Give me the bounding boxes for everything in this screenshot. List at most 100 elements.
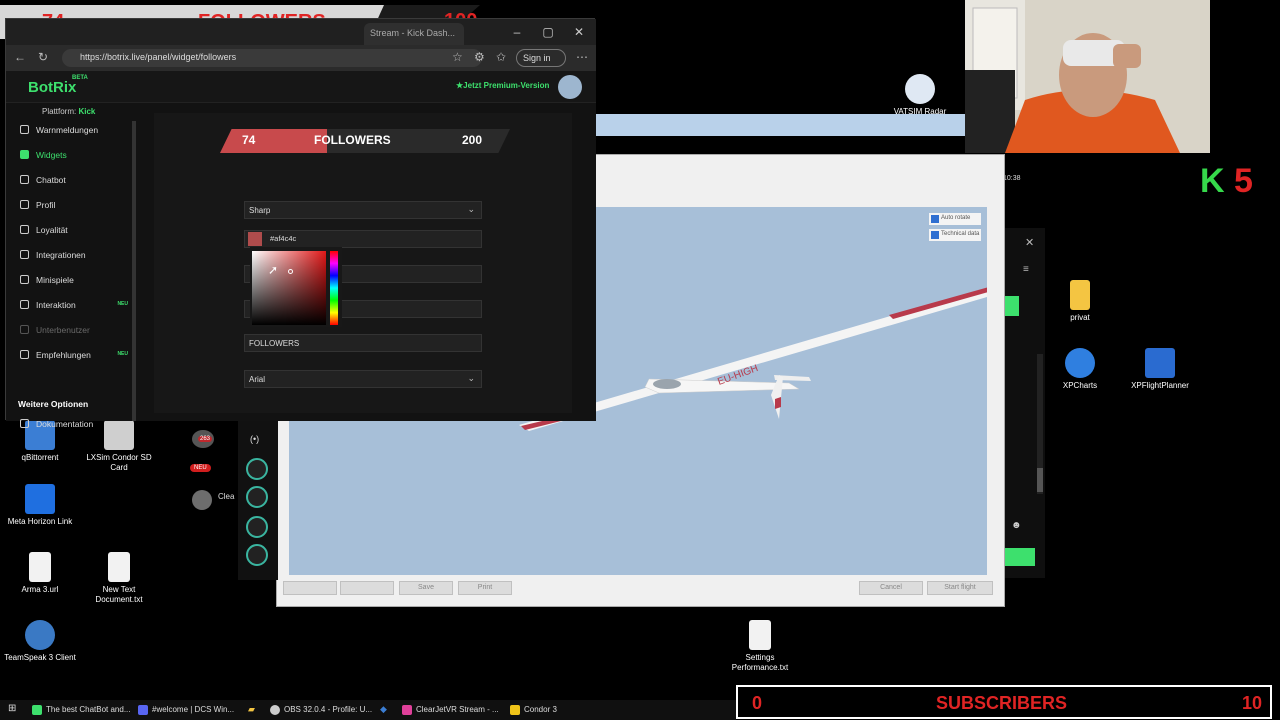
chat-user-strip: 263 NEU Clea [186, 420, 238, 520]
sidebar-item-integrationen[interactable]: Integrationen [14, 246, 132, 266]
chat-user-name: Clea [218, 492, 235, 501]
bookmark-star-icon[interactable]: ☆ [452, 50, 463, 64]
teamspeak-icon [25, 620, 55, 650]
botrix-app: BotRix BETA ★Jetzt Premium-Version Platt… [6, 71, 596, 429]
recommend-icon [20, 350, 29, 359]
sidebar-item-dokumentation[interactable]: Dokumentation [14, 417, 132, 431]
obs-icon [270, 705, 280, 715]
desktop-icon-settings[interactable]: Settings Performance.txt [720, 620, 800, 673]
app-header: BotRix BETA ★Jetzt Premium-Version [6, 71, 596, 103]
close-icon[interactable]: ✕ [1025, 236, 1034, 249]
sidebar-item-empfehlungen[interactable]: Empfehlungen NEU [14, 346, 132, 366]
kick-icon [402, 705, 412, 715]
premium-link[interactable]: ★Jetzt Premium-Version [456, 81, 549, 90]
taskbar-item-obs[interactable]: OBS 32.0.4 - Profile: U... [270, 703, 374, 717]
font-select[interactable]: Arial ⌄ [244, 370, 482, 388]
app-icon[interactable]: ◆ [380, 704, 387, 715]
widget-settings-panel: 74 FOLLOWERS 200 Sharp ⌄ #af4c4c FOLLOWER… [154, 113, 572, 413]
sidebar: Warnmeldungen Widgets Chatbot Profil Loy… [14, 121, 132, 417]
browser-window: Stream - Kick Dash... – ▢ ✕ ← ↻ https://… [5, 18, 596, 429]
chat-avatar-3[interactable] [246, 516, 268, 538]
desktop-icon-vatsim[interactable]: VATSIM Radar [880, 74, 960, 117]
desktop-icon-xpflightplanner[interactable]: XPFlightPlanner [1120, 348, 1200, 391]
scrollbar-thumb[interactable] [1037, 468, 1043, 492]
folder-icon[interactable]: ▰ [248, 704, 255, 715]
autorotate-checkbox[interactable]: Auto rotate [929, 213, 981, 225]
sidebar-item-interaktion[interactable]: Interaktion NEU [14, 296, 132, 316]
chevron-down-icon: ⌄ [467, 373, 475, 383]
chat-avatar-1[interactable] [246, 458, 268, 480]
start-icon[interactable]: ⊞ [8, 703, 16, 714]
sidebar-item-unterbenutzer[interactable]: Unterbenutzer [14, 321, 132, 341]
chat-avatar-4[interactable] [246, 544, 268, 566]
sidebar-item-minispiele[interactable]: Minispiele [14, 271, 132, 291]
text-field[interactable]: FOLLOWERS [244, 334, 482, 352]
botrix-logo[interactable]: BotRix [28, 79, 76, 96]
plug-icon [20, 250, 29, 259]
menu-icon[interactable]: ≡ [1023, 264, 1029, 275]
subscribers-count: 0 [752, 693, 763, 713]
sidebar-item-widgets[interactable]: Widgets [14, 146, 132, 166]
subscribers-label: SUBSCRIBERS [936, 693, 1068, 713]
sidebar-item-chatbot[interactable]: Chatbot [14, 171, 132, 191]
sidebar-item-loyalitaet[interactable]: Loyalität [14, 221, 132, 241]
taskbar-item-discord[interactable]: #welcome | DCS Win... [138, 703, 238, 717]
sidebar-item-warnmeldungen[interactable]: Warnmeldungen [14, 121, 132, 141]
desktop-icon-privat[interactable]: privat [1040, 280, 1120, 323]
broadcast-icon[interactable]: (•) [250, 434, 259, 444]
minimize-icon[interactable]: – [506, 23, 528, 41]
bell-icon [20, 125, 29, 134]
save-button[interactable]: Save [399, 581, 453, 595]
browser-tab[interactable]: Stream - Kick Dash... [364, 23, 464, 45]
chat-panel: (•) [238, 420, 278, 580]
taskbar-item-botrix[interactable]: The best ChatBot and... [32, 703, 132, 717]
sidebar-scrollbar[interactable] [132, 121, 136, 421]
k5-logo: K 5 [1200, 162, 1253, 200]
taskbar-item-clearjetvr[interactable]: ClearJetVR Stream - ... [402, 703, 502, 717]
close-icon[interactable]: ✕ [568, 23, 590, 41]
chat-avatar-2[interactable] [246, 486, 268, 508]
start-flight-button[interactable]: Start flight [927, 581, 993, 595]
desktop-icon-teamspeak[interactable]: TeamSpeak 3 Client [0, 620, 80, 663]
address-bar: ← ↻ https://botrix.live/panel/widget/fol… [6, 45, 596, 71]
badge-count: 263 [198, 436, 213, 442]
document-icon [20, 419, 29, 428]
more-menu-icon[interactable]: ⋯ [576, 50, 588, 64]
style-select[interactable]: Sharp ⌄ [244, 201, 482, 219]
color-swatch[interactable] [248, 232, 262, 246]
extension-icon[interactable]: ⚙ [474, 50, 485, 64]
desktop-icon-xpcharts[interactable]: XPCharts [1040, 348, 1120, 391]
avatar[interactable] [192, 490, 212, 510]
green-tab[interactable] [1005, 296, 1019, 316]
cancel-button[interactable]: Cancel [859, 581, 923, 595]
color-picker-handle[interactable] [288, 269, 293, 274]
mouse-cursor-icon: ➚ [268, 263, 279, 277]
taskbar-item-condor[interactable]: Condor 3 [510, 703, 570, 717]
desktop-icon-arma[interactable]: Arma 3.url [0, 552, 80, 595]
chat-button[interactable] [1005, 548, 1035, 566]
back-icon[interactable]: ← [14, 50, 26, 64]
saturation-value-area[interactable] [252, 251, 326, 325]
condor-icon [510, 705, 520, 715]
emoji-icon[interactable]: ☻ [1011, 520, 1022, 531]
desktop-icon-new-text[interactable]: New Text Document.txt [79, 552, 159, 605]
print-button[interactable]: Print [458, 581, 512, 595]
signin-button[interactable]: Sign in [516, 49, 566, 67]
sidebar-item-profil[interactable]: Profil [14, 196, 132, 216]
favorites-icon[interactable]: ✩ [496, 50, 506, 64]
preview-progress-fill [220, 129, 328, 153]
browser-icon [32, 705, 42, 715]
url-field[interactable]: https://botrix.live/panel/widget/followe… [62, 49, 482, 67]
technical-data-checkbox[interactable]: Technical data [929, 229, 981, 241]
chevron-down-icon: ⌄ [467, 204, 475, 214]
desktop-icon-meta-horizon[interactable]: Meta Horizon Link [0, 484, 80, 527]
subscribers-overlay: 0 SUBSCRIBERS 10 [736, 685, 1272, 719]
color-picker[interactable]: ➚ [250, 247, 342, 327]
maximize-icon[interactable]: ▢ [537, 23, 559, 41]
avatar[interactable] [558, 75, 582, 99]
subscribers-goal: 10 [1242, 693, 1263, 713]
hue-slider[interactable] [330, 251, 338, 325]
disabled-button-2[interactable] [340, 581, 394, 595]
reload-icon[interactable]: ↻ [38, 50, 48, 64]
disabled-button-1[interactable] [283, 581, 337, 595]
